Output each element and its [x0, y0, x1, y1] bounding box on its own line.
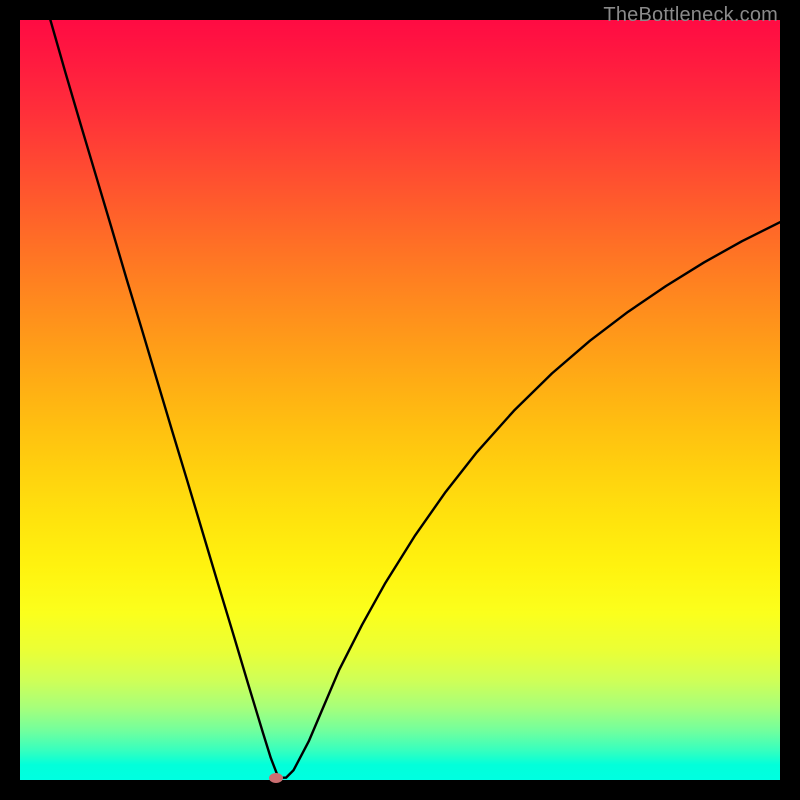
chart-frame: TheBottleneck.com [0, 0, 800, 800]
watermark-text: TheBottleneck.com [603, 4, 778, 27]
optimal-point-marker [269, 773, 283, 783]
bottleneck-curve [20, 20, 780, 780]
plot-area [20, 20, 780, 780]
